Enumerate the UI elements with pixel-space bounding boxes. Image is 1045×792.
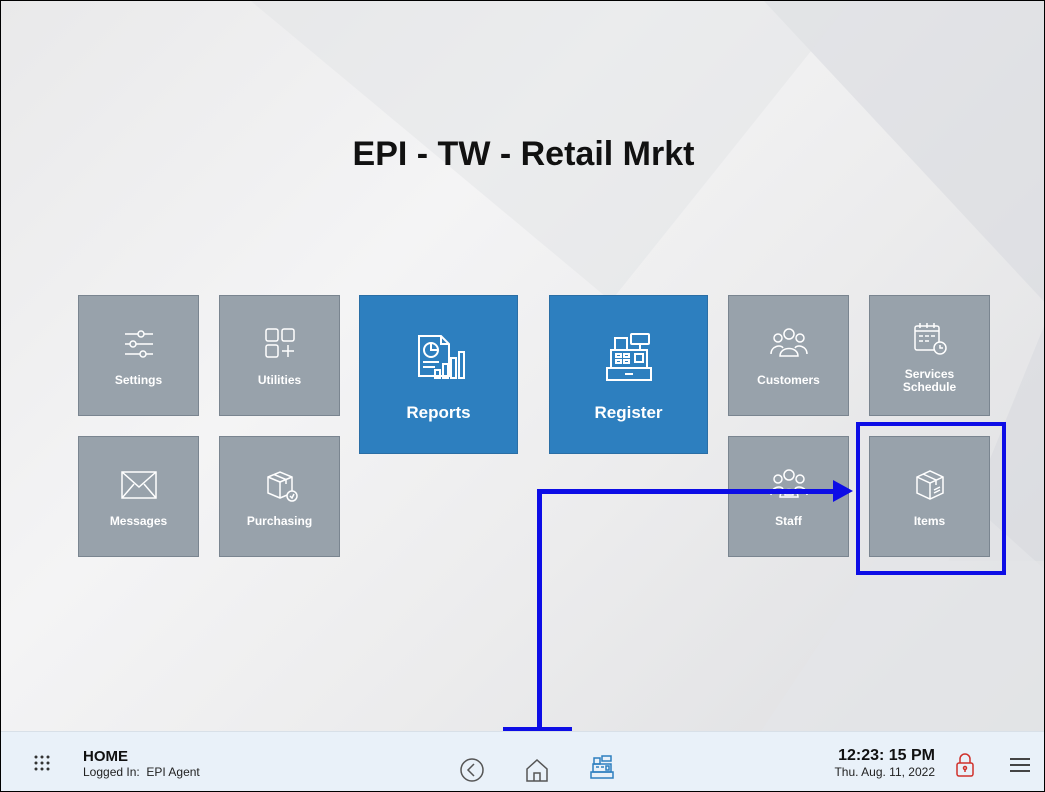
purchasing-label: Purchasing (246, 514, 313, 528)
report-chart-icon (417, 335, 465, 379)
staff-tile[interactable]: Staff (728, 436, 849, 557)
settings-tile[interactable]: Settings (78, 295, 199, 416)
utilities-label: Utilities (257, 373, 302, 387)
calendar-clock-icon (913, 322, 947, 355)
settings-label: Settings (114, 373, 163, 387)
staff-label: Staff (775, 514, 802, 528)
customers-label: Customers (757, 373, 820, 387)
register-tile[interactable]: Register (549, 295, 708, 454)
app-window: EPI - TW - Retail Mrkt Settings Utilitie… (0, 0, 1045, 792)
hamburger-icon[interactable] (1009, 756, 1031, 774)
utilities-tile[interactable]: Utilities (219, 295, 340, 416)
annotation-arrowhead (833, 480, 853, 502)
services-schedule-tile[interactable]: Services Schedule (869, 295, 990, 416)
back-circle-icon[interactable] (459, 757, 485, 783)
customers-tile[interactable]: Customers (728, 295, 849, 416)
register-small-icon[interactable] (589, 754, 615, 780)
box-clock-icon (266, 471, 298, 502)
apps-add-icon (264, 328, 295, 358)
clock-date: Thu. Aug. 11, 2022 (834, 765, 935, 779)
reports-tile[interactable]: Reports (359, 295, 518, 454)
page-title: EPI - TW - Retail Mrkt (352, 135, 695, 173)
cash-register-icon (605, 333, 652, 381)
annotation-arrow-horizontal (537, 489, 837, 494)
messages-label: Messages (109, 514, 168, 528)
bottom-bar: HOME Logged In: EPI Agent 12:23: 15 PM T… (1, 731, 1044, 791)
staff-icon (769, 469, 808, 498)
users-group-icon (769, 328, 808, 357)
home-icon[interactable] (523, 756, 551, 784)
lock-icon[interactable] (955, 752, 975, 778)
sliders-icon (124, 330, 153, 358)
annotation-arrow-vertical (537, 489, 542, 729)
register-label: Register (594, 403, 663, 422)
items-highlight-box (856, 422, 1006, 575)
messages-tile[interactable]: Messages (78, 436, 199, 557)
services-schedule-label: Services Schedule (902, 366, 957, 394)
grid-dots-icon[interactable] (33, 754, 51, 772)
reports-label: Reports (406, 403, 471, 422)
purchasing-tile[interactable]: Purchasing (219, 436, 340, 557)
clock-time: 12:23: 15 PM (838, 747, 935, 764)
logged-in-user: Logged In: EPI Agent (83, 765, 200, 779)
envelope-icon (120, 471, 157, 499)
screen-name: HOME (83, 748, 128, 765)
